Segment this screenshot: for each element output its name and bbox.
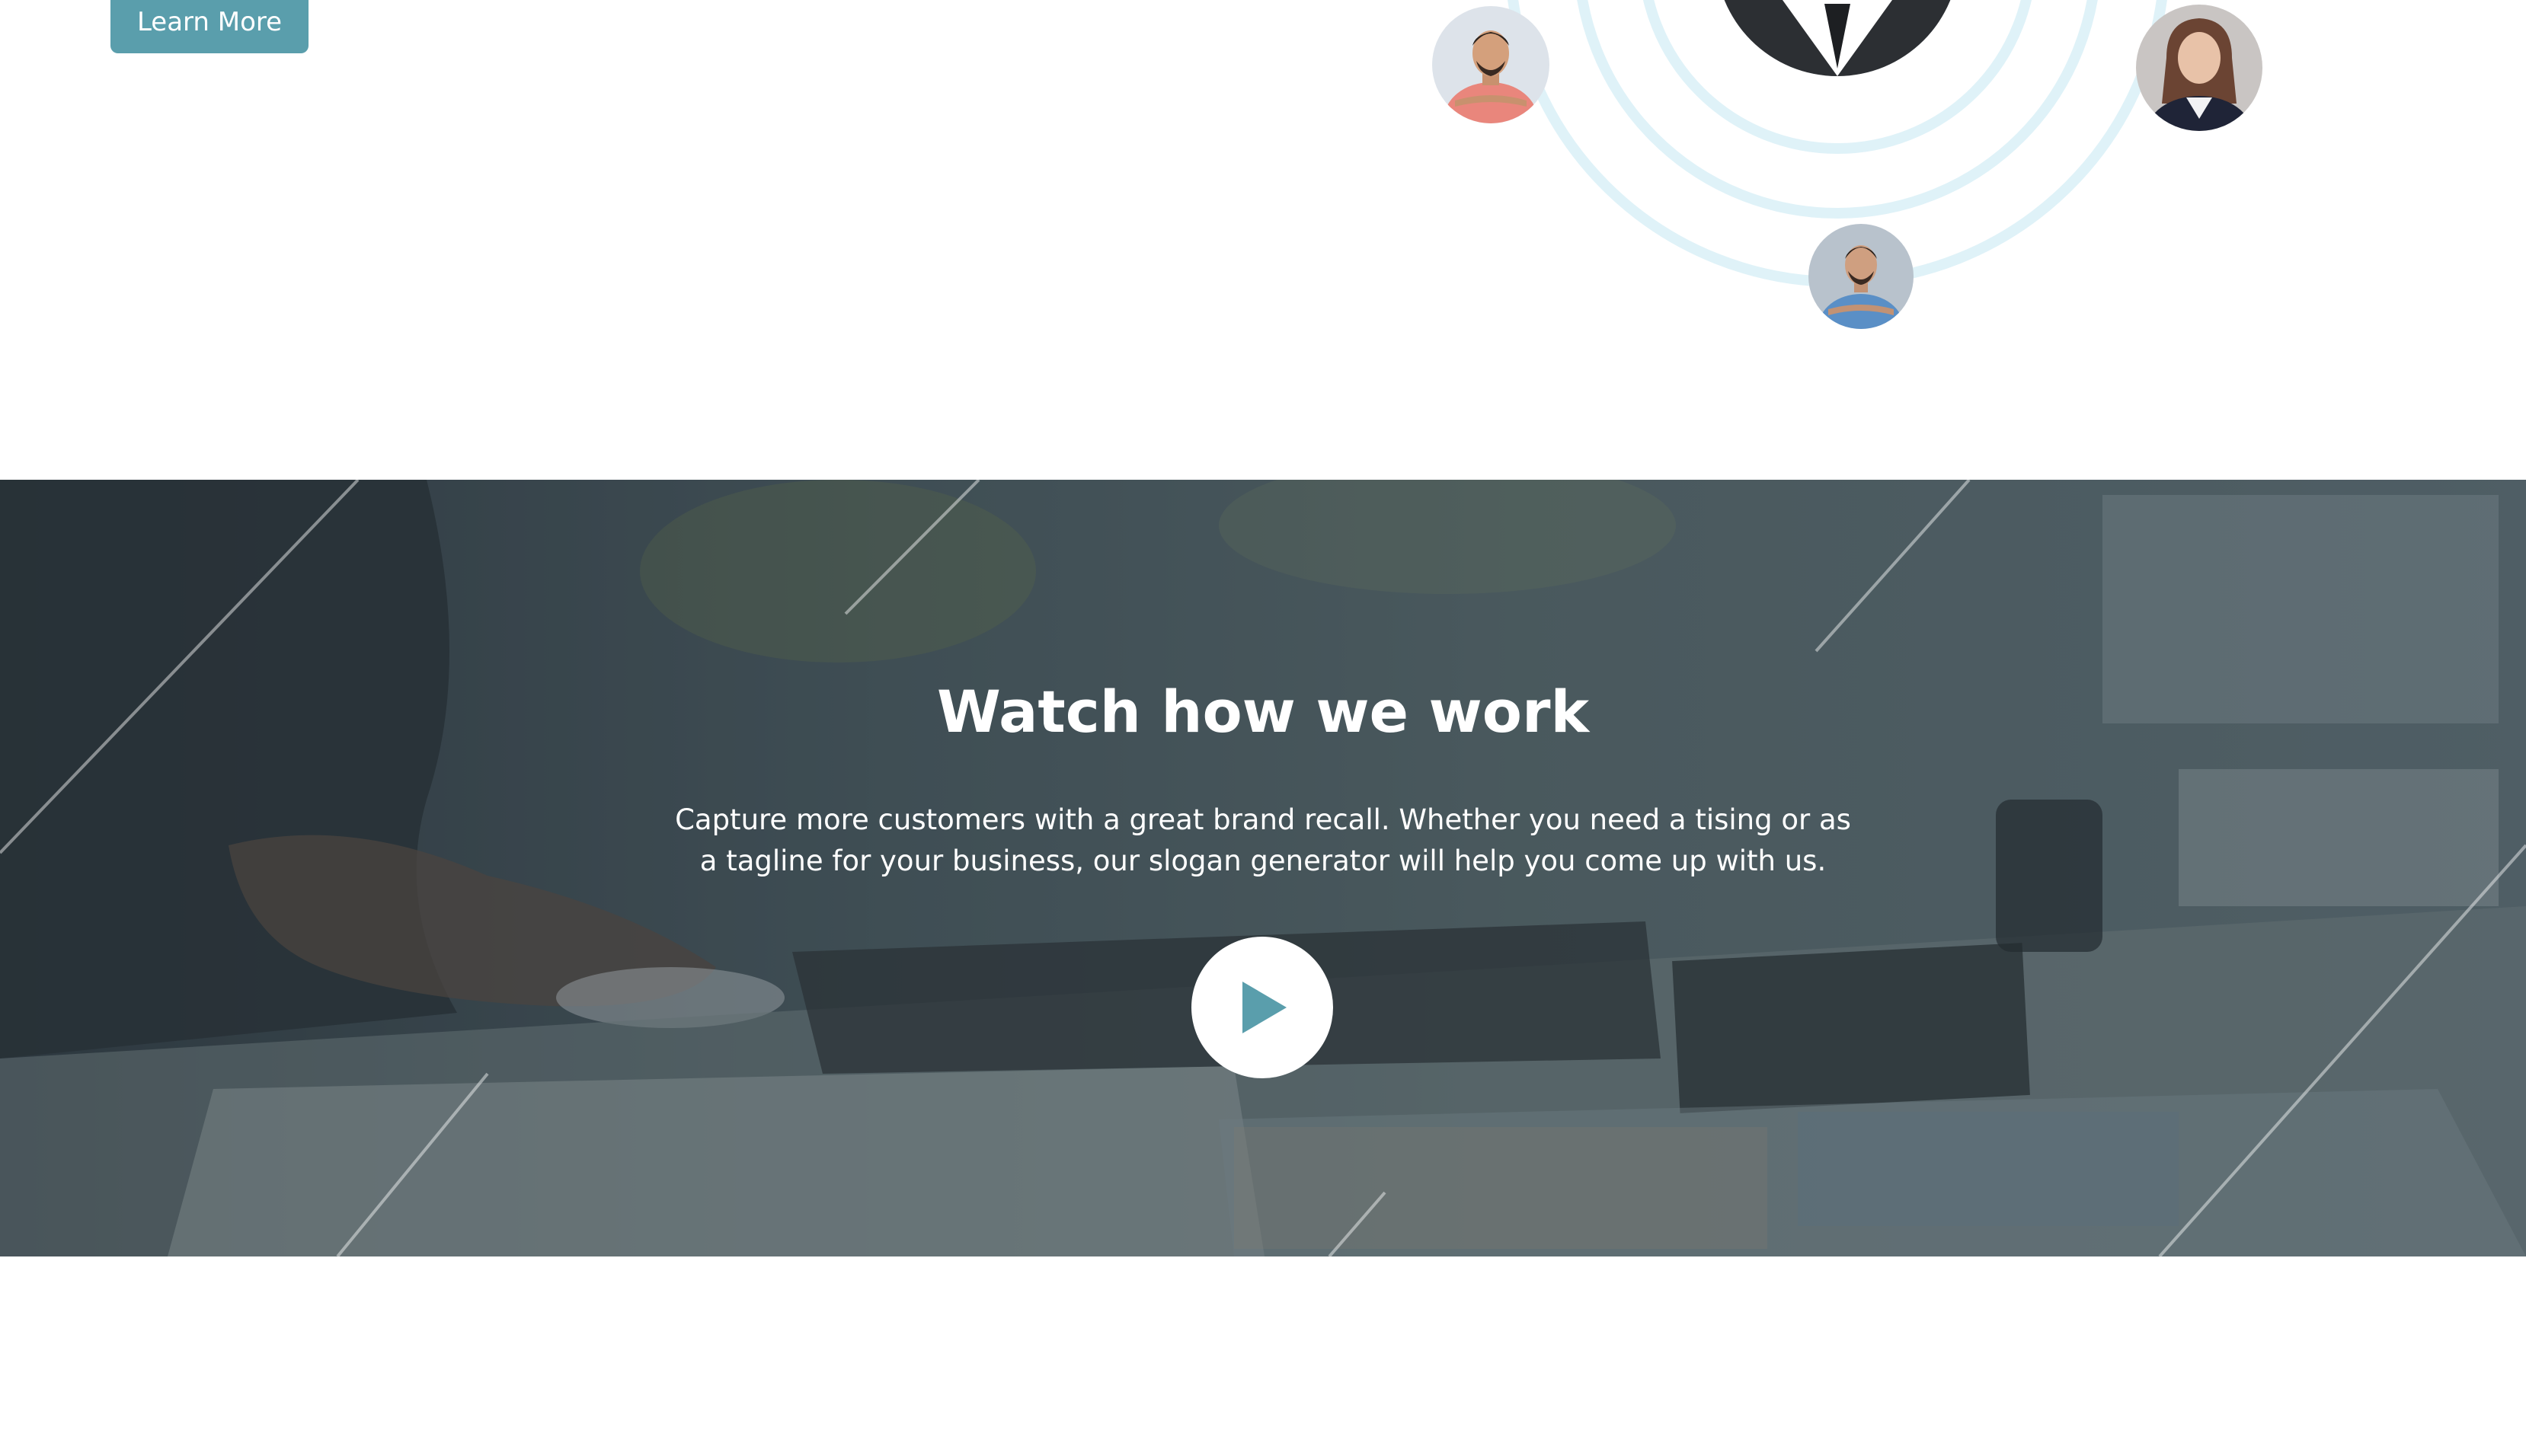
avatar-man-pink-shirt	[1432, 6, 1549, 123]
video-section-title: Watch how we work	[936, 678, 1589, 746]
avatar-center	[1715, 0, 1959, 76]
video-section-description: Capture more customers with a great bran…	[675, 803, 1851, 877]
play-icon	[1242, 982, 1287, 1033]
video-section: Watch how we work Capture more customers…	[0, 480, 2526, 1256]
learn-more-label: Learn More	[136, 7, 283, 37]
avatar-woman-suit	[2136, 5, 2262, 131]
avatar-man-blue-shirt	[1808, 224, 1914, 329]
play-video-button[interactable]	[1191, 937, 1333, 1078]
learn-more-button[interactable]: Learn More	[110, 0, 309, 53]
